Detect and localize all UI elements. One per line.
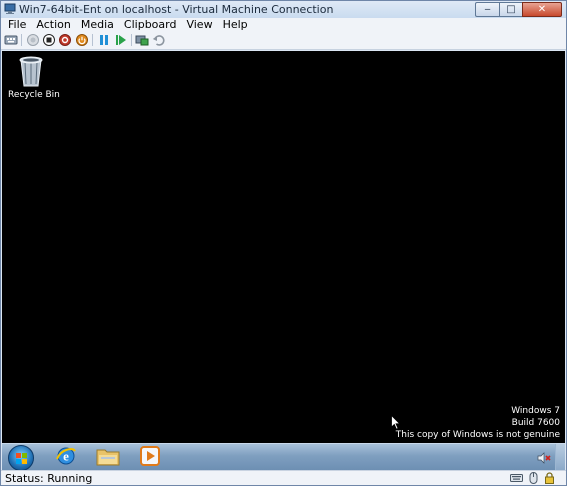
toolbar-separator bbox=[92, 34, 93, 46]
watermark-os-name: Windows 7 bbox=[511, 406, 560, 416]
start-icon[interactable] bbox=[26, 33, 40, 47]
taskbar-windows-explorer[interactable] bbox=[88, 445, 128, 470]
watermark-build: Build 7600 bbox=[511, 418, 560, 428]
status-text: Status: Running bbox=[5, 472, 93, 485]
start-button[interactable] bbox=[8, 445, 34, 471]
windows-explorer-icon bbox=[96, 446, 120, 469]
vm-connection-icon bbox=[4, 3, 16, 15]
mouse-pointer-icon bbox=[391, 414, 401, 433]
turn-off-icon[interactable] bbox=[42, 33, 56, 47]
save-icon[interactable] bbox=[75, 33, 89, 47]
desktop-icon-recycle-bin[interactable]: Recycle Bin bbox=[8, 54, 60, 100]
menu-bar: File Action Media Clipboard View Help bbox=[1, 18, 566, 31]
toolbar-separator bbox=[21, 34, 22, 46]
maximize-button[interactable]: □ bbox=[499, 2, 522, 17]
menu-help[interactable]: Help bbox=[218, 18, 253, 31]
taskbar: e bbox=[2, 443, 565, 471]
recycle-bin-icon bbox=[8, 54, 54, 88]
volume-muted-icon[interactable] bbox=[537, 452, 551, 464]
taskbar-media-player[interactable] bbox=[130, 445, 170, 470]
revert-icon[interactable] bbox=[152, 33, 166, 47]
desktop-icon-label: Recycle Bin bbox=[8, 90, 60, 100]
status-bar: Status: Running bbox=[1, 470, 566, 485]
shutdown-icon[interactable] bbox=[58, 33, 72, 47]
menu-view[interactable]: View bbox=[181, 18, 217, 31]
windows-watermark: Windows 7 Build 7600 This copy of Window… bbox=[396, 405, 560, 441]
menu-clipboard[interactable]: Clipboard bbox=[119, 18, 182, 31]
keyboard-icon bbox=[510, 472, 523, 484]
mouse-capture-icon bbox=[527, 472, 540, 484]
windows-logo-icon bbox=[16, 453, 27, 464]
minimize-button[interactable]: ‒ bbox=[475, 2, 499, 17]
media-player-icon bbox=[140, 446, 160, 469]
title-bar[interactable]: Win7-64bit-Ent on localhost - Virtual Ma… bbox=[1, 1, 566, 18]
window-controls: ‒ □ ✕ bbox=[475, 2, 562, 17]
pause-icon[interactable] bbox=[97, 33, 111, 47]
internet-explorer-icon: e bbox=[55, 445, 77, 470]
close-button[interactable]: ✕ bbox=[522, 2, 562, 17]
ctrl-alt-del-icon[interactable] bbox=[4, 33, 18, 47]
toolbar-separator bbox=[131, 34, 132, 46]
snapshot-icon[interactable] bbox=[135, 33, 149, 47]
menu-media[interactable]: Media bbox=[76, 18, 119, 31]
menu-file[interactable]: File bbox=[3, 18, 31, 31]
menu-action[interactable]: Action bbox=[31, 18, 75, 31]
watermark-genuine-notice: This copy of Windows is not genuine bbox=[395, 430, 560, 440]
vm-connection-window: Win7-64bit-Ent on localhost - Virtual Ma… bbox=[0, 0, 567, 486]
lock-icon bbox=[543, 472, 556, 484]
guest-desktop[interactable]: Recycle Bin Windows 7 Build 7600 This co… bbox=[2, 51, 565, 443]
show-desktop-button[interactable] bbox=[555, 444, 565, 471]
taskbar-internet-explorer[interactable]: e bbox=[46, 445, 86, 470]
reset-icon[interactable] bbox=[114, 33, 128, 47]
window-title: Win7-64bit-Ent on localhost - Virtual Ma… bbox=[19, 3, 334, 16]
toolbar bbox=[1, 31, 566, 50]
